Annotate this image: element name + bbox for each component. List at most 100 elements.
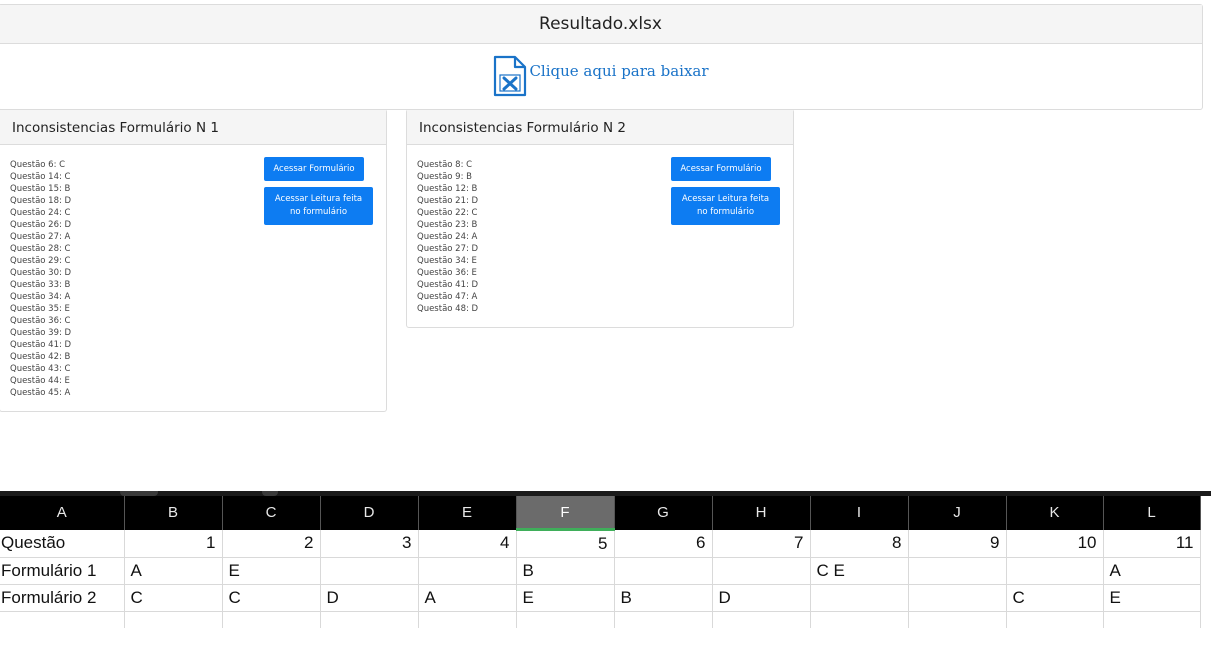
- question-item: Questão 44: E: [10, 376, 70, 386]
- grid-cell[interactable]: 2: [222, 529, 321, 558]
- question-item: Questão 28: C: [10, 244, 71, 254]
- grid-cell[interactable]: C: [1006, 584, 1104, 612]
- grid-cell[interactable]: 6: [614, 529, 713, 558]
- grid-cell[interactable]: 4: [418, 529, 517, 558]
- table-row: [0, 611, 1201, 628]
- grid-cell[interactable]: [614, 611, 713, 628]
- access-reading-button[interactable]: Acessar Leitura feita no formulário: [264, 187, 373, 225]
- grid-cell[interactable]: E: [516, 584, 615, 612]
- grid-cell[interactable]: [1006, 611, 1104, 628]
- grid-cell[interactable]: D: [712, 584, 811, 612]
- question-item: Questão 41: D: [10, 340, 72, 350]
- grid-cell[interactable]: Formulário 1: [0, 557, 125, 585]
- grid-cell[interactable]: [418, 557, 517, 585]
- grid-cell[interactable]: 9: [908, 529, 1007, 558]
- question-item: Questão 39: D: [10, 328, 72, 338]
- question-item: Questão 27: D: [417, 244, 479, 254]
- grid-cell[interactable]: 7: [712, 529, 811, 558]
- grid-cell[interactable]: [908, 557, 1007, 585]
- column-header-d[interactable]: D: [320, 496, 419, 530]
- question-item: Questão 33: B: [10, 280, 71, 290]
- grid-cell[interactable]: C: [124, 584, 223, 612]
- access-reading-button[interactable]: Acessar Leitura feita no formulário: [671, 187, 780, 225]
- grid-cell[interactable]: [908, 584, 1007, 612]
- column-header-f[interactable]: F: [516, 496, 615, 531]
- grid-cell[interactable]: 3: [320, 529, 419, 558]
- grid-cell[interactable]: A: [124, 557, 223, 585]
- panel-actions: Acessar Formulário Acessar Leitura feita…: [671, 157, 780, 225]
- panel-title: Inconsistencias Formulário N 2: [407, 110, 793, 145]
- grid-cell[interactable]: C: [222, 584, 321, 612]
- column-header-h[interactable]: H: [712, 496, 811, 530]
- download-area: Clique aqui para baixar: [0, 44, 1202, 108]
- column-header-g[interactable]: G: [614, 496, 713, 530]
- grid-cell[interactable]: [124, 611, 223, 628]
- column-header-e[interactable]: E: [418, 496, 517, 530]
- panel-actions: Acessar Formulário Acessar Leitura feita…: [264, 157, 373, 225]
- panel-title: Inconsistencias Formulário N 1: [0, 110, 386, 145]
- grid-cell[interactable]: [810, 584, 909, 612]
- grid-cell[interactable]: [908, 611, 1007, 628]
- panel-body: Questão 8: C Questão 9: B Questão 12: B Que…: [407, 145, 793, 327]
- column-header-b[interactable]: B: [124, 496, 223, 530]
- question-item: Questão 43: C: [10, 364, 71, 374]
- column-header-a[interactable]: A: [0, 496, 125, 530]
- grid-cell[interactable]: [320, 557, 419, 585]
- grid-cell[interactable]: [418, 611, 517, 628]
- grid-cell[interactable]: Questão: [0, 529, 125, 558]
- question-item: Questão 34: E: [417, 256, 477, 266]
- inconsistency-panel-2: Inconsistencias Formulário N 2 Questão 8…: [406, 109, 794, 328]
- column-header-c[interactable]: C: [222, 496, 321, 530]
- grid-cell[interactable]: [614, 557, 713, 585]
- grid-cell[interactable]: 11: [1103, 529, 1201, 558]
- spreadsheet-grid: ABCDEFGHIJKL Questão 1 2 3 4 5 6 7 8 9 10 11 Formulá…: [0, 496, 1201, 628]
- grid-cell[interactable]: Formulário 2: [0, 584, 125, 612]
- grid-cell[interactable]: A: [1103, 557, 1201, 585]
- access-form-button[interactable]: Acessar Formulário: [671, 157, 771, 181]
- question-item: Questão 36: C: [10, 316, 71, 326]
- download-label: Clique aqui para baixar: [529, 62, 709, 80]
- column-header-k[interactable]: K: [1006, 496, 1104, 530]
- question-item: Questão 29: C: [10, 256, 71, 266]
- download-link[interactable]: Clique aqui para baixar: [492, 55, 709, 97]
- access-form-button[interactable]: Acessar Formulário: [264, 157, 364, 181]
- grid-body: Questão 1 2 3 4 5 6 7 8 9 10 11 Formulário 1AEBC EAF…: [0, 529, 1201, 628]
- download-card: Resultado.xlsx Clique aqui para baixar: [0, 4, 1203, 110]
- grid-cell[interactable]: [516, 611, 615, 628]
- question-item: Questão 41: D: [417, 280, 479, 290]
- question-item: Questão 27: A: [10, 232, 71, 242]
- grid-cell[interactable]: B: [614, 584, 713, 612]
- grid-cell[interactable]: C E: [810, 557, 909, 585]
- grid-cell[interactable]: E: [222, 557, 321, 585]
- grid-cell[interactable]: [1103, 611, 1201, 628]
- question-item: Questão 35: E: [10, 304, 70, 314]
- grid-cell[interactable]: [810, 611, 909, 628]
- grid-cell[interactable]: [0, 611, 125, 628]
- grid-cell[interactable]: E: [1103, 584, 1201, 612]
- inconsistency-panel-1: Inconsistencias Formulário N 1 Questão 6…: [0, 109, 387, 412]
- table-row: Formulário 1AEBC EA: [0, 557, 1201, 585]
- grid-cell[interactable]: [320, 611, 419, 628]
- column-header-row: ABCDEFGHIJKL: [0, 496, 1201, 531]
- file-title: Resultado.xlsx: [0, 5, 1202, 44]
- column-header-j[interactable]: J: [908, 496, 1007, 530]
- grid-cell[interactable]: [1006, 557, 1104, 585]
- grid-cell[interactable]: D: [320, 584, 419, 612]
- grid-cell[interactable]: 1: [124, 529, 223, 558]
- question-item: Questão 24: A: [417, 232, 478, 242]
- grid-cell[interactable]: [712, 557, 811, 585]
- question-item: Questão 48: D: [417, 304, 479, 314]
- grid-cell[interactable]: 10: [1006, 529, 1104, 558]
- grid-cell[interactable]: 5: [516, 529, 615, 558]
- column-header-l[interactable]: L: [1103, 496, 1201, 530]
- grid-cell[interactable]: A: [418, 584, 517, 612]
- question-item: Questão 30: D: [10, 268, 72, 278]
- table-row: Questão 1 2 3 4 5 6 7 8 9 10 11: [0, 529, 1201, 558]
- question-item: Questão 45: A: [10, 388, 71, 398]
- grid-cell[interactable]: [712, 611, 811, 628]
- grid-cell[interactable]: B: [516, 557, 615, 585]
- panel-body: Questão 6: C Questão 14: C Questão 15: B Qu…: [0, 145, 386, 411]
- grid-cell[interactable]: [222, 611, 321, 628]
- column-header-i[interactable]: I: [810, 496, 909, 530]
- grid-cell[interactable]: 8: [810, 529, 909, 558]
